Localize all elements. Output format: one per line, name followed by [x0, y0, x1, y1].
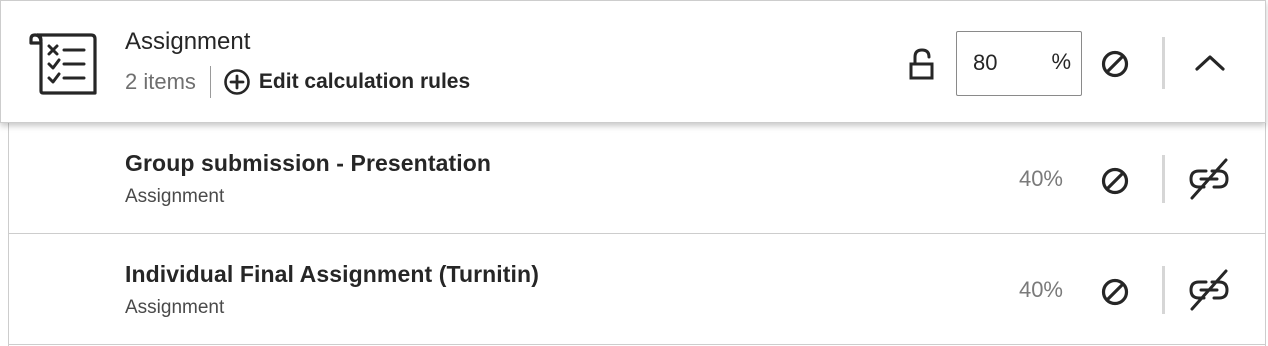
category-weight-field[interactable]: % — [956, 31, 1082, 96]
exempt-icon[interactable] — [1099, 276, 1131, 308]
edit-calculation-rules-label: Edit calculation rules — [258, 70, 471, 93]
action-divider — [1162, 266, 1165, 314]
category-item-count: 2 items — [125, 69, 196, 94]
add-circle-icon — [224, 69, 250, 95]
item-type: Assignment — [125, 297, 225, 318]
link-off-icon[interactable] — [1186, 156, 1232, 202]
item-title: Group submission - Presentation — [125, 150, 492, 176]
category-items-list: Group submission - Presentation Assignme… — [8, 123, 1266, 346]
chevron-up-icon[interactable] — [1189, 45, 1231, 81]
list-item: Individual Final Assignment (Turnitin) A… — [9, 234, 1265, 345]
exempt-icon[interactable] — [1099, 48, 1131, 80]
edit-calculation-rules-button[interactable]: Edit calculation rules — [223, 68, 470, 96]
link-off-icon[interactable] — [1186, 267, 1232, 313]
action-divider — [1162, 155, 1165, 203]
action-divider — [1162, 37, 1165, 89]
category-meta: 2 items Edit calculation rules — [125, 65, 470, 99]
meta-divider — [209, 66, 211, 98]
category-weight-input[interactable] — [973, 46, 1043, 80]
category-header: Assignment 2 items Edit calculation rule… — [0, 0, 1266, 123]
item-weight: 40% — [1018, 166, 1063, 191]
gradebook-category-panel: Assignment 2 items Edit calculation rule… — [0, 0, 1268, 346]
weight-unit-label: % — [1051, 49, 1071, 74]
exempt-icon[interactable] — [1099, 165, 1131, 197]
unlock-icon[interactable] — [907, 47, 937, 83]
item-title: Individual Final Assignment (Turnitin) — [125, 261, 539, 287]
list-item: Group submission - Presentation Assignme… — [9, 123, 1265, 234]
item-type: Assignment — [125, 186, 225, 207]
item-weight: 40% — [1018, 277, 1063, 302]
checklist-icon — [29, 33, 97, 95]
category-title: Assignment — [125, 28, 251, 55]
